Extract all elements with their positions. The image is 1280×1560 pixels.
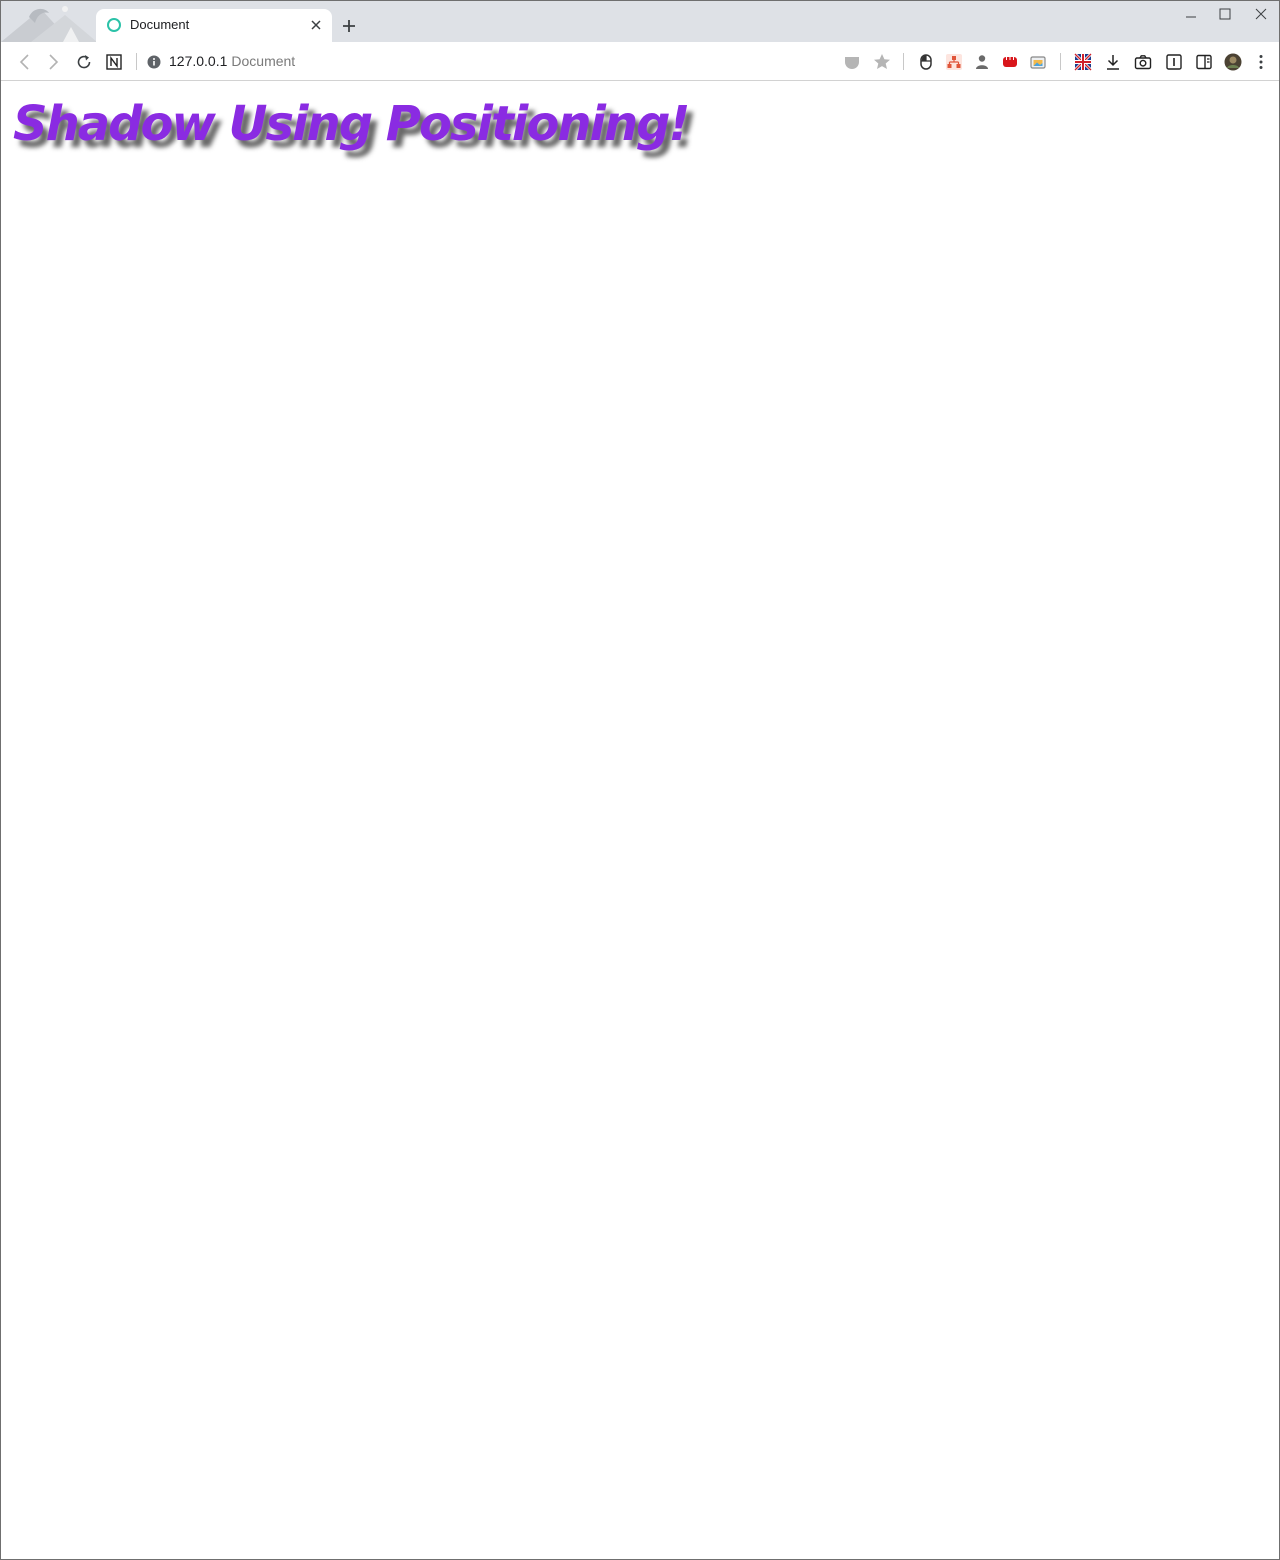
minimize-icon[interactable] bbox=[1177, 5, 1205, 25]
profile-avatar-icon[interactable] bbox=[1223, 52, 1243, 72]
address-bar[interactable]: 127.0.0.1 Document bbox=[169, 53, 295, 69]
theme-artwork-icon bbox=[1, 6, 97, 42]
url-host: 127.0.0.1 bbox=[169, 53, 228, 69]
browser-toolbar: 127.0.0.1 Document bbox=[1, 42, 1279, 81]
toolbar-separator bbox=[903, 53, 904, 70]
translate-flag-icon[interactable] bbox=[1073, 52, 1093, 72]
maximize-icon[interactable] bbox=[1211, 5, 1239, 25]
tab-close-icon[interactable] bbox=[308, 17, 324, 33]
mouse-extension-icon[interactable] bbox=[916, 52, 936, 72]
bookmark-star-icon[interactable] bbox=[872, 52, 892, 72]
new-tab-button[interactable] bbox=[338, 15, 360, 37]
user-extension-icon[interactable] bbox=[972, 52, 992, 72]
forward-icon[interactable] bbox=[43, 52, 63, 72]
tab-favicon-icon bbox=[107, 18, 121, 32]
menu-kebab-icon[interactable] bbox=[1251, 52, 1271, 72]
reload-icon[interactable] bbox=[74, 52, 94, 72]
toolbar-separator bbox=[136, 53, 137, 70]
browser-window: Document 127.0.0.1 Document Shadow Using… bbox=[0, 0, 1280, 1560]
url-page-title: Document bbox=[231, 53, 296, 69]
window-close-icon[interactable] bbox=[1247, 5, 1275, 25]
download-icon[interactable] bbox=[1103, 52, 1123, 72]
toolbar-separator bbox=[1060, 53, 1061, 70]
screenshot-extension-icon[interactable] bbox=[1028, 52, 1048, 72]
notion-extension-icon[interactable] bbox=[104, 52, 124, 72]
sitemap-extension-icon[interactable] bbox=[944, 52, 964, 72]
back-icon[interactable] bbox=[15, 52, 35, 72]
camera-icon[interactable] bbox=[1133, 52, 1153, 72]
page-headline: Shadow Using Positioning! bbox=[13, 96, 690, 152]
reader-mode-icon[interactable] bbox=[1164, 52, 1184, 72]
tab-document[interactable]: Document bbox=[96, 9, 332, 42]
pocket-icon[interactable] bbox=[842, 52, 862, 72]
tab-strip: Document bbox=[1, 1, 1279, 42]
fist-extension-icon[interactable] bbox=[1000, 52, 1020, 72]
site-info-icon[interactable] bbox=[144, 52, 164, 72]
side-panel-icon[interactable] bbox=[1194, 52, 1214, 72]
page-viewport: Shadow Using Positioning! bbox=[1, 82, 1279, 1559]
tab-title: Document bbox=[130, 17, 190, 32]
